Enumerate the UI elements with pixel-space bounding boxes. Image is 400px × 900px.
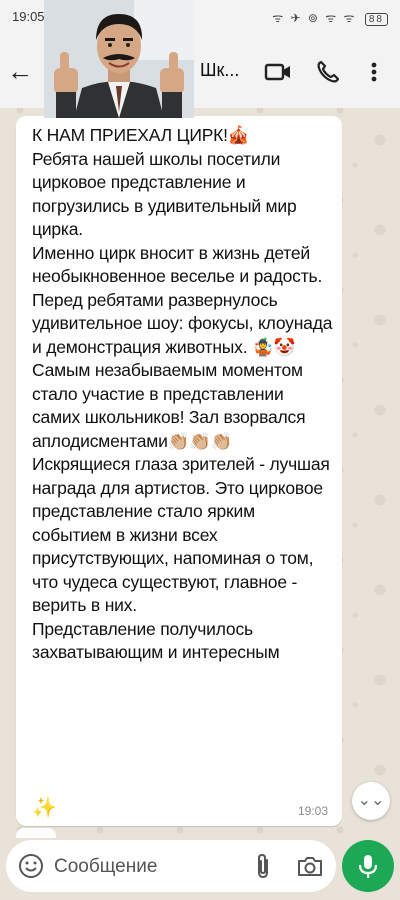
message-paragraph: Именно цирк вносит в жизнь детей необыкн… <box>32 242 323 287</box>
paperclip-icon <box>258 853 268 879</box>
menu-button[interactable] <box>362 56 386 88</box>
next-message-bubble <box>16 828 56 838</box>
voice-record-button[interactable] <box>342 840 394 892</box>
phone-icon <box>317 60 340 83</box>
emoji-button[interactable] <box>18 853 44 879</box>
sticker-photo <box>44 0 194 118</box>
message-text: К НАМ ПРИЕХАЛ ЦИРК!🎪 Ребята нашей школы … <box>32 124 334 665</box>
video-call-button[interactable] <box>262 56 294 88</box>
microphone-icon <box>358 855 378 878</box>
scroll-to-bottom-button[interactable]: ⌄⌄ <box>352 782 390 820</box>
status-icon-group: ᯤ ✈ ⊚ ᯤ ᯤ <box>272 11 357 25</box>
emoji-icon <box>19 854 43 878</box>
status-icons: ᯤ ✈ ⊚ ᯤ ᯤ 88 <box>272 9 388 26</box>
arrow-left-icon: ← <box>7 56 33 86</box>
camera-icon <box>298 857 322 876</box>
message-input[interactable] <box>52 848 246 886</box>
message-paragraph: Искрящиеся глаза зрителей - лучшая награ… <box>32 454 330 615</box>
battery-icon: 88 <box>364 13 388 26</box>
sparkle-icon: ✨ <box>32 797 57 819</box>
voice-call-button[interactable] <box>312 56 344 88</box>
chat-title[interactable]: Шк... <box>200 60 239 81</box>
message-paragraph: К НАМ ПРИЕХАЛ ЦИРК!🎪 <box>32 125 250 145</box>
message-paragraph: Перед ребятами развернулось удивительное… <box>32 289 333 357</box>
thumbs-up-man-image <box>44 0 194 118</box>
message-composer <box>6 840 336 892</box>
attach-button[interactable] <box>252 852 274 880</box>
kebab-menu-icon <box>371 62 377 82</box>
camera-button[interactable] <box>296 853 324 879</box>
status-time: 19:05 <box>12 9 45 24</box>
back-button[interactable]: ← <box>6 54 34 90</box>
message-paragraph: Представление получилось захватывающим и… <box>32 618 280 663</box>
message-bubble[interactable]: К НАМ ПРИЕХАЛ ЦИРК!🎪 Ребята нашей школы … <box>16 116 342 826</box>
double-chevron-down-icon: ⌄⌄ <box>357 792 385 809</box>
message-paragraph: Ребята нашей школы посетили цирковое пре… <box>32 148 297 240</box>
message-paragraph: Самым незабываемым моментом стало участи… <box>32 360 306 451</box>
message-timestamp: 19:03 <box>297 804 328 818</box>
video-call-icon <box>264 63 290 81</box>
